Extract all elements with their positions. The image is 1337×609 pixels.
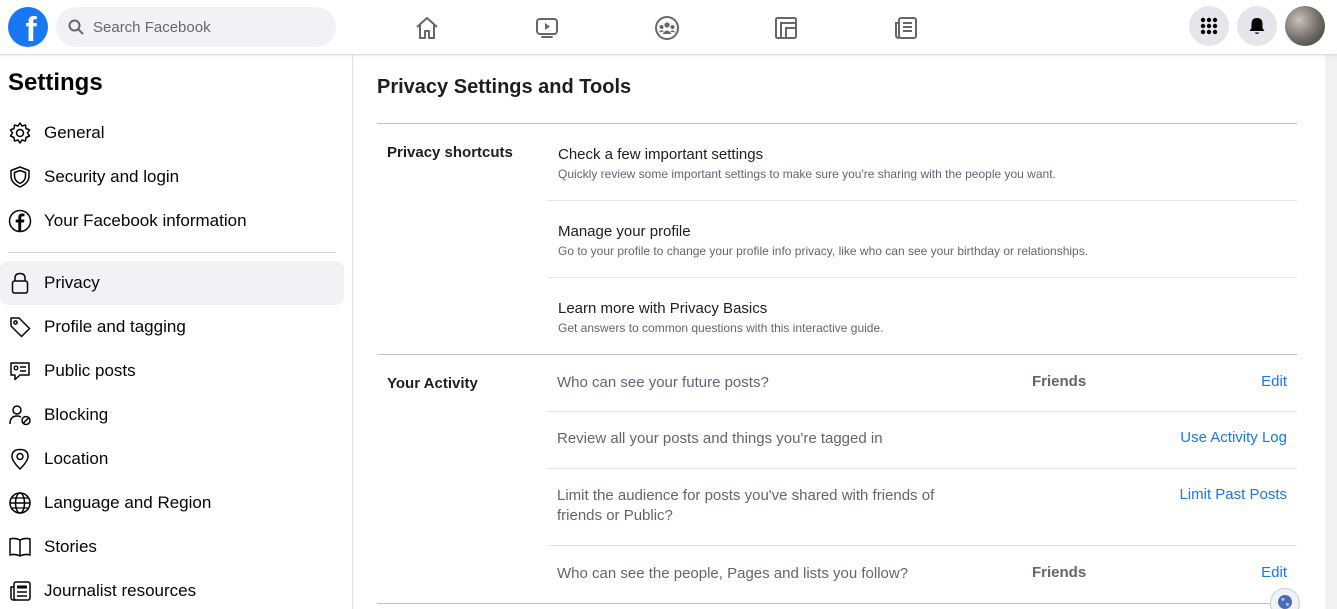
search-icon	[68, 19, 84, 35]
sidebar-item-label: Location	[44, 449, 109, 468]
search-bar[interactable]	[56, 7, 336, 47]
shortcut-title[interactable]: Learn more with Privacy Basics	[558, 300, 767, 317]
shortcut-manage-profile[interactable]: Manage your profile Go to your profile t…	[547, 201, 1297, 278]
use-activity-log-link[interactable]: Use Activity Log	[1180, 429, 1287, 446]
facebook-icon	[8, 209, 32, 233]
your-activity-heading: Your Activity	[387, 375, 478, 392]
privacy-shortcuts-heading: Privacy shortcuts	[387, 144, 513, 161]
home-icon[interactable]	[407, 8, 447, 48]
shortcut-privacy-basics[interactable]: Learn more with Privacy Basics Get answe…	[547, 278, 1297, 354]
setting-question: Who can see the people, Pages and lists …	[557, 565, 909, 582]
sidebar-item-location[interactable]: Location	[0, 437, 344, 481]
setting-value: Friends	[1032, 564, 1087, 581]
groups-icon[interactable]	[647, 8, 687, 48]
watch-icon[interactable]	[527, 8, 567, 48]
avatar[interactable]	[1285, 6, 1325, 46]
sidebar-item-label: Stories	[44, 537, 97, 556]
sidebar-item-journalist-resources[interactable]: Journalist resources	[0, 569, 344, 609]
notifications-icon[interactable]	[1237, 6, 1277, 46]
sidebar-item-security[interactable]: Security and login	[0, 155, 344, 199]
newspaper-icon	[8, 579, 32, 603]
blocking-icon	[8, 403, 32, 427]
location-icon	[8, 447, 32, 471]
setting-question-line1: Limit the audience for posts you've shar…	[557, 487, 935, 504]
setting-row-following: Who can see the people, Pages and lists …	[547, 546, 1297, 603]
search-input[interactable]	[93, 18, 313, 36]
setting-question: Who can see your future posts?	[557, 374, 769, 391]
shortcut-title[interactable]: Manage your profile	[558, 223, 691, 240]
sidebar-item-public-posts[interactable]: Public posts	[0, 349, 344, 393]
sidebar-item-general[interactable]: General	[0, 111, 344, 155]
sidebar-item-blocking[interactable]: Blocking	[0, 393, 344, 437]
shield-icon	[8, 165, 32, 189]
sidebar-item-stories[interactable]: Stories	[0, 525, 344, 569]
setting-question: Review all your posts and things you're …	[557, 430, 883, 447]
setting-question-line2: friends or Public?	[557, 507, 673, 524]
shortcut-subtitle: Get answers to common questions with thi…	[558, 321, 884, 335]
scrollbar[interactable]	[1325, 55, 1337, 609]
privacy-settings-panel: Privacy Settings and Tools Privacy short…	[353, 55, 1325, 609]
setting-value: Friends	[1032, 373, 1087, 390]
sidebar-item-privacy[interactable]: Privacy	[0, 261, 344, 305]
page-title: Privacy Settings and Tools	[377, 76, 632, 98]
edit-future-posts-link[interactable]: Edit	[1261, 373, 1287, 390]
shortcut-title[interactable]: Check a few important settings	[558, 146, 763, 163]
sidebar-item-label: General	[44, 123, 105, 142]
setting-row-limit-past-posts: Limit the audience for posts you've shar…	[547, 469, 1297, 545]
public-posts-icon	[8, 359, 32, 383]
setting-row-future-posts: Who can see your future posts? Friends E…	[547, 355, 1297, 411]
facebook-logo-icon[interactable]: f	[8, 7, 48, 47]
shortcut-subtitle: Quickly review some important settings t…	[558, 167, 1056, 181]
sidebar-title: Settings	[8, 69, 103, 96]
setting-row-activity-log: Review all your posts and things you're …	[547, 412, 1297, 468]
sidebar-item-language-region[interactable]: Language and Region	[0, 481, 344, 525]
sidebar-item-label: Blocking	[44, 405, 109, 424]
sidebar-item-label: Privacy	[44, 273, 100, 292]
limit-past-posts-link[interactable]: Limit Past Posts	[1179, 486, 1287, 503]
globe-icon	[8, 491, 32, 515]
sidebar-item-label: Journalist resources	[44, 581, 197, 600]
facebook-logo-letter: f	[25, 11, 37, 47]
top-navigation-bar: f	[0, 0, 1337, 55]
menu-grid-icon[interactable]	[1189, 6, 1229, 46]
shortcut-subtitle: Go to your profile to change your profil…	[558, 244, 1089, 258]
edit-following-link[interactable]: Edit	[1261, 564, 1287, 581]
shortcut-important-settings[interactable]: Check a few important settings Quickly r…	[547, 124, 1297, 201]
tag-icon	[8, 315, 32, 339]
sidebar-item-label: Public posts	[44, 361, 136, 380]
sidebar-item-label: Profile and tagging	[44, 317, 186, 336]
gaming-icon[interactable]	[766, 8, 806, 48]
sidebar-item-label: Security and login	[44, 167, 180, 186]
sidebar-item-facebook-information[interactable]: Your Facebook information	[0, 199, 344, 243]
book-icon	[8, 535, 32, 559]
news-icon[interactable]	[886, 8, 926, 48]
sidebar-item-label: Language and Region	[44, 493, 212, 512]
globe-icon	[1278, 595, 1292, 609]
gear-icon	[8, 121, 32, 145]
sidebar-item-profile-tagging[interactable]: Profile and tagging	[0, 305, 344, 349]
sidebar-divider	[8, 252, 336, 253]
section-divider	[377, 603, 1297, 604]
settings-sidebar: Settings General Security and login Your…	[0, 55, 353, 609]
sidebar-item-label: Your Facebook information	[44, 211, 247, 230]
lock-icon	[8, 271, 32, 295]
